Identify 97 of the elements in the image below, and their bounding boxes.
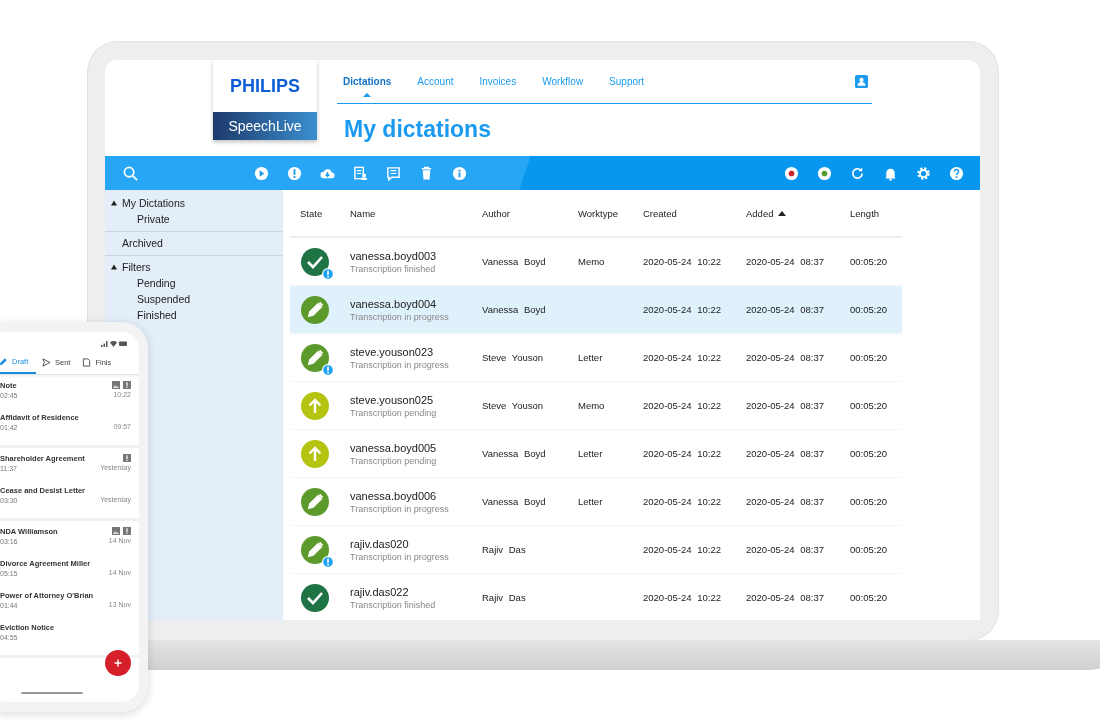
product-name: SpeechLive [213, 112, 317, 140]
page-title: My dictations [344, 116, 492, 143]
table-cell: Vanessa Boyd [482, 448, 546, 459]
table-cell: 2020-05-24 10:22 [643, 304, 721, 315]
table-cell: 00:05:20 [850, 400, 887, 411]
alert-icon[interactable] [287, 165, 302, 181]
table-cell: 2020-05-24 08:37 [746, 592, 824, 603]
trash-icon[interactable] [419, 165, 434, 181]
table-cell: 00:05:20 [850, 592, 887, 603]
dictation-status: Transcription pending [350, 455, 438, 466]
table-cell: 00:05:20 [850, 256, 887, 267]
expand-triangle-icon[interactable] [111, 200, 117, 206]
settings-icon[interactable] [916, 165, 931, 181]
brand-name: PHILIPS [213, 60, 317, 112]
refresh-icon[interactable] [850, 165, 865, 181]
search-icon[interactable] [123, 165, 138, 181]
dictation-status: Transcription in progress [350, 551, 450, 562]
dictation-status: Transcription in progress [350, 503, 450, 514]
table-cell: Vanessa Boyd [482, 304, 546, 315]
dictation-status: Transcription pending [350, 407, 438, 418]
help-icon[interactable] [949, 165, 964, 181]
sidebar-item[interactable]: Archived [122, 237, 163, 249]
table-row[interactable]: rajiv.das022 Transcription finished Rajiv Das 2020-05-24 10:22 2020-05-24 08:37 00:05:20 [290, 574, 902, 620]
dictation-name: vanessa.boyd003 [350, 249, 438, 262]
table-cell: 2020-05-24 08:37 [746, 400, 824, 411]
dictation-status: Transcription finished [350, 263, 437, 274]
table-cell: 2020-05-24 08:37 [746, 352, 824, 363]
table-cell: Letter [578, 448, 603, 459]
table-cell: 2020-05-24 08:37 [746, 256, 824, 267]
table-cell: Steve Youson [482, 400, 544, 411]
play-icon[interactable] [254, 165, 269, 181]
table-row[interactable]: vanessa.boyd005 Transcription pending Vanessa Boyd Letter 2020-05-24 10:22 2020-05-24 08:37 00:05:20 [290, 430, 902, 478]
sidebar-item[interactable]: Filters [122, 261, 151, 273]
table-cell: 00:05:20 [850, 304, 887, 315]
column-header[interactable]: Name [350, 207, 482, 219]
table-cell: 2020-05-24 10:22 [643, 352, 721, 363]
table-cell: 00:05:20 [850, 448, 887, 459]
table-cell: 2020-05-24 08:37 [746, 448, 824, 459]
table-cell: Rajiv Das [482, 592, 526, 603]
table-cell: 2020-05-24 08:37 [746, 496, 824, 507]
table-cell: Steve Youson [482, 352, 544, 363]
sidebar-item[interactable]: My Dictations [122, 197, 185, 209]
table-cell: 2020-05-24 10:22 [643, 592, 721, 603]
sidebar-item[interactable]: Finished [105, 307, 283, 323]
column-header[interactable]: Author [482, 207, 578, 219]
document-person-icon[interactable] [353, 165, 368, 181]
table-cell: Memo [578, 400, 605, 411]
dictation-name: rajiv.das022 [350, 585, 410, 598]
document-icon [82, 357, 92, 367]
column-header[interactable]: State [300, 207, 350, 219]
sidebar-item[interactable]: Private [105, 211, 283, 227]
dictation-name: vanessa.boyd004 [350, 297, 438, 310]
table-cell: Letter [578, 496, 603, 507]
table-cell: 2020-05-24 10:22 [643, 496, 721, 507]
column-header[interactable]: Created [643, 207, 746, 219]
user-icon[interactable] [855, 75, 868, 88]
status-icons [101, 339, 127, 347]
record-icon[interactable] [817, 165, 832, 181]
dictation-name: rajiv.das020 [350, 537, 410, 550]
add-button[interactable] [105, 650, 131, 676]
sidebar-item[interactable]: Pending [105, 275, 283, 291]
table-cell: 2020-05-24 10:22 [643, 544, 721, 555]
table-cell: 2020-05-24 10:22 [643, 256, 721, 267]
column-header[interactable]: Added [746, 207, 850, 219]
table-cell: 00:05:20 [850, 352, 887, 363]
table-cell: 00:05:20 [850, 496, 887, 507]
sidebar-item[interactable]: Suspended [105, 291, 283, 307]
table-row[interactable]: rajiv.das020 Transcription in progress Rajiv Das 2020-05-24 10:22 2020-05-24 08:37 00:05:20 [290, 526, 902, 574]
dictation-status: Transcription in progress [350, 311, 450, 322]
dictation-name: vanessa.boyd005 [350, 441, 438, 454]
table-cell: 2020-05-24 10:22 [643, 448, 721, 459]
expand-triangle-icon[interactable] [111, 264, 117, 270]
pencil-icon [0, 356, 8, 366]
table-cell: Rajiv Das [482, 544, 526, 555]
record-icon[interactable] [784, 165, 799, 181]
dictation-name: vanessa.boyd006 [350, 489, 438, 502]
table-row[interactable]: steve.youson025 Transcription pending Steve Youson Memo 2020-05-24 10:22 2020-05-24 08:37 00:05:20 [290, 382, 902, 430]
table-cell: 00:05:20 [850, 544, 887, 555]
table-row[interactable]: vanessa.boyd004 Transcription in progress Vanessa Boyd 2020-05-24 10:22 2020-05-24 08:37 00:05:20 [290, 286, 902, 334]
dictation-name: steve.youson023 [350, 345, 435, 358]
table-cell: 2020-05-24 10:22 [643, 400, 721, 411]
table-cell: 2020-05-24 08:37 [746, 304, 824, 315]
info-icon[interactable] [452, 165, 467, 181]
table-row[interactable]: steve.youson023 Transcription in progress Steve Youson Letter 2020-05-24 10:22 2020-05-24 08:37 00:05:20 [290, 334, 902, 382]
column-header[interactable]: Worktype [578, 207, 643, 219]
table-cell: Vanessa Boyd [482, 496, 546, 507]
column-header[interactable]: Length [850, 207, 912, 219]
table-cell: 2020-05-24 08:37 [746, 544, 824, 555]
dictation-status: Transcription in progress [350, 359, 450, 370]
dictation-status: Transcription finished [350, 599, 437, 610]
comment-icon[interactable] [386, 165, 401, 181]
table-row[interactable]: vanessa.boyd006 Transcription in progress Vanessa Boyd Letter 2020-05-24 10:22 2020-05-24 08:37 00:05:20 [290, 478, 902, 526]
table-cell: Vanessa Boyd [482, 256, 546, 267]
send-icon [42, 357, 51, 367]
dictation-name: steve.youson025 [350, 393, 435, 406]
table-cell: Memo [578, 256, 605, 267]
table-cell: Letter [578, 352, 603, 363]
